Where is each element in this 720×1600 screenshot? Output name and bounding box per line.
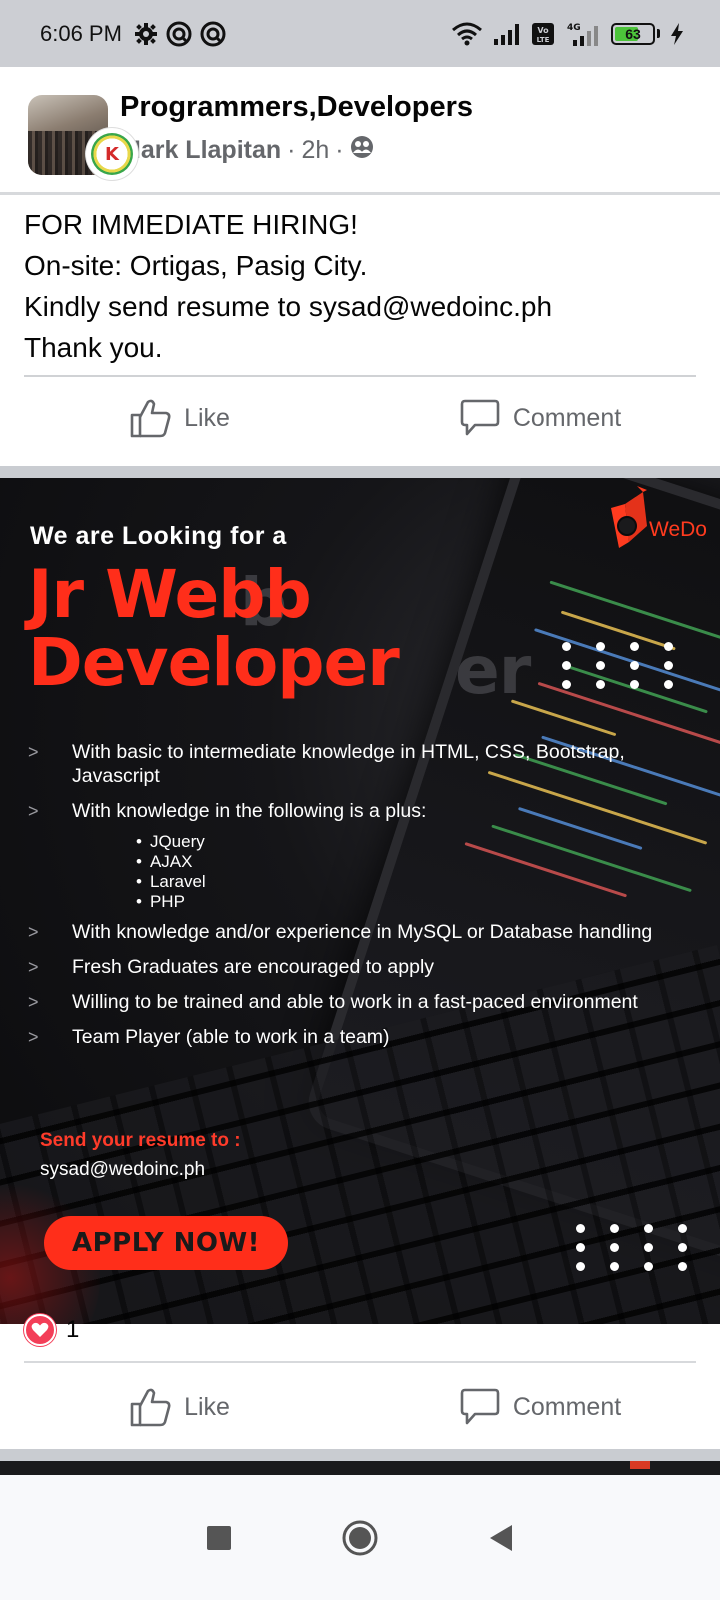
author-name[interactable]: Mark Llapitan: [120, 136, 281, 165]
svg-text:Vo: Vo: [537, 26, 549, 35]
svg-text:4G: 4G: [567, 23, 581, 33]
requirements-list: > With basic to intermediate knowledge in…: [28, 740, 698, 1060]
post-text-line: Thank you.: [24, 332, 163, 363]
post-separator: [0, 466, 720, 478]
skill-item: AJAX: [136, 852, 698, 872]
post-actions-bar: Like Comment: [0, 1367, 720, 1447]
comment-button[interactable]: Comment: [360, 378, 720, 458]
post-time[interactable]: 2h: [301, 136, 329, 165]
image-headline: We are Looking for a: [30, 522, 287, 550]
plus-skills-list: JQuery AJAX Laravel PHP: [136, 832, 698, 912]
post-image[interactable]: WeDo We are Looking for a b Jr Webb er D…: [0, 478, 720, 1324]
skill-item: JQuery: [136, 832, 698, 852]
signal-4g-icon: 4G: [565, 21, 601, 47]
send-resume-label: Send your resume to :: [40, 1130, 241, 1151]
apply-now-graphic: APPLY NOW!: [44, 1216, 288, 1270]
home-button[interactable]: [342, 1520, 378, 1556]
post-text-line: On-site: Ortigas, Pasig City.: [24, 250, 368, 281]
battery-indicator: 63: [611, 22, 655, 45]
comment-bubble-icon: [459, 1387, 501, 1427]
requirement-item: > Team Player (able to work in a team): [28, 1026, 390, 1048]
system-nav-bar: [0, 1475, 720, 1600]
charging-bolt-icon: [670, 22, 684, 45]
requirement-item: > With knowledge and/or experience in MyS…: [28, 921, 653, 943]
reaction-count: 1: [66, 1316, 80, 1343]
requirement-item: > With knowledge in the following is a pl…: [28, 800, 427, 822]
status-bar: 6:06 PM Vo LTE 4G 63: [0, 0, 720, 67]
skill-item: PHP: [136, 892, 698, 912]
reactions-summary[interactable]: 1: [24, 1314, 79, 1346]
post-text: FOR IMMEDIATE HIRING! On-site: Ortigas, …: [24, 204, 704, 368]
settings-gear-icon: [134, 22, 158, 46]
status-time: 6:06 PM: [40, 20, 122, 46]
group-name[interactable]: Programmers,Developers: [120, 91, 473, 124]
logo-text: WeDo: [649, 518, 707, 541]
requirement-item: > Willing to be trained and able to work …: [28, 991, 638, 1013]
like-button[interactable]: Like: [0, 378, 360, 458]
comment-label: Comment: [512, 403, 622, 432]
post-meta: Mark Llapitan · 2h ·: [120, 135, 374, 166]
comment-label: Comment: [512, 1392, 622, 1421]
image-title-line2: Developer: [28, 624, 400, 701]
wifi-icon: [451, 22, 483, 46]
svg-text:LTE: LTE: [537, 36, 550, 44]
divider: [24, 1361, 696, 1363]
app-notification-icon: [166, 21, 192, 47]
decorative-dots: [576, 1224, 687, 1271]
requirement-item: > With basic to intermediate knowledge in…: [28, 741, 625, 787]
like-button[interactable]: Like: [0, 1367, 360, 1447]
image-title-line1: Jr Webb: [28, 556, 312, 633]
recents-button[interactable]: [206, 1525, 232, 1551]
wedo-logo: WeDo: [607, 486, 707, 554]
thumbs-up-icon: [130, 398, 172, 438]
post-separator: [0, 1449, 720, 1461]
like-label: Like: [184, 403, 230, 432]
like-label: Like: [184, 1392, 230, 1421]
author-avatar[interactable]: K: [86, 128, 138, 180]
back-button[interactable]: [488, 1524, 514, 1552]
send-resume-email: sysad@wedoinc.ph: [40, 1159, 206, 1180]
post-text-line: Kindly send resume to sysad@wedoinc.ph: [24, 291, 553, 322]
decorative-dots: [562, 642, 673, 689]
battery-level: 63: [625, 25, 641, 42]
group-privacy-icon: [350, 135, 374, 166]
heart-icon: [24, 1314, 56, 1346]
comment-bubble-icon: [459, 398, 501, 438]
comment-button[interactable]: Comment: [360, 1367, 720, 1447]
app-notification-icon-2: [200, 21, 226, 47]
skill-item: Laravel: [136, 872, 698, 892]
post-actions-bar: Like Comment: [0, 378, 720, 458]
post-text-line: FOR IMMEDIATE HIRING!: [24, 209, 358, 240]
divider: [0, 192, 720, 195]
thumbs-up-icon: [130, 1387, 172, 1427]
divider: [24, 375, 696, 377]
requirement-item: > Fresh Graduates are encouraged to apply: [28, 956, 435, 978]
next-post-preview[interactable]: [0, 1461, 720, 1475]
volte-icon: Vo LTE: [531, 22, 555, 46]
signal-icon: [493, 23, 521, 45]
